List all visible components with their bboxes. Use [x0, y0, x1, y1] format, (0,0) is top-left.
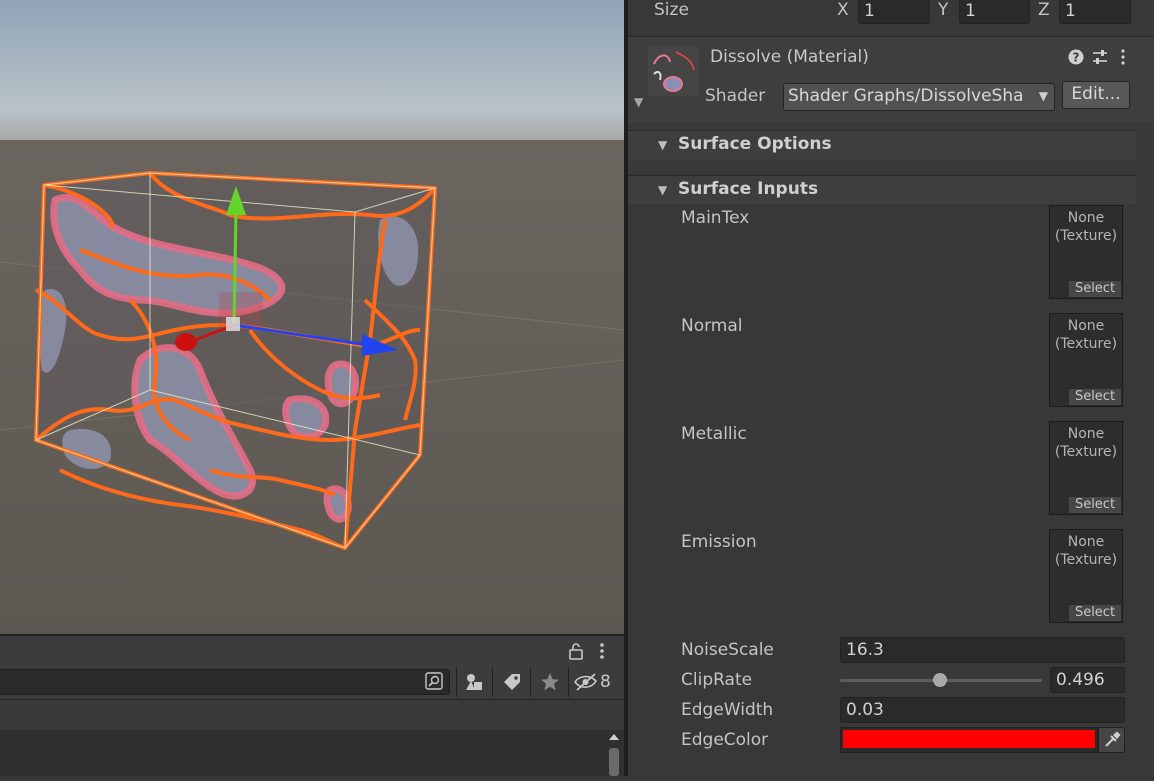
lock-icon[interactable] [568, 642, 584, 665]
panel-toolbar: 8 [0, 665, 624, 700]
hidden-eye-icon[interactable]: 8 [574, 668, 620, 696]
texture-type-text: (Texture) [1054, 444, 1118, 460]
edge-color-label: EdgeColor [681, 730, 769, 750]
label-tag-icon[interactable] [494, 668, 530, 696]
shader-dropdown[interactable]: Shader Graphs/DissolveSha ▼ [783, 83, 1055, 111]
hidden-count: 8 [600, 672, 611, 692]
maintex-label: MainTex [681, 208, 750, 228]
foldout-arrow-icon[interactable]: ▼ [658, 138, 667, 152]
shader-label: Shader [705, 86, 766, 106]
size-y-field[interactable]: 1 [959, 0, 1030, 24]
emission-label: Emission [681, 532, 757, 552]
size-x-field[interactable]: 1 [858, 0, 930, 24]
texture-select-button[interactable]: Select [1069, 389, 1121, 405]
favorites-star-icon[interactable] [532, 668, 568, 696]
sky [0, 0, 624, 145]
material-header: ▼ Dissolve (Material) ? Shader Shader Gr… [628, 36, 1154, 123]
size-label: Size [654, 0, 689, 20]
hierarchy-list [0, 700, 624, 776]
edge-color-fill [843, 730, 1095, 748]
surface-options-body [628, 159, 1136, 173]
size-x-label: X [837, 0, 849, 20]
texture-select-button[interactable]: Select [1069, 281, 1121, 297]
surface-options-title: Surface Options [678, 134, 832, 154]
foldout-arrow-icon[interactable]: ▼ [658, 183, 667, 197]
scene-canvas[interactable] [0, 0, 624, 634]
metallic-texture-slot[interactable]: None (Texture) Select [1049, 421, 1123, 515]
kebab-menu-icon[interactable] [1120, 49, 1126, 70]
normal-texture-slot[interactable]: None (Texture) Select [1049, 313, 1123, 407]
texture-select-button[interactable]: Select [1069, 605, 1121, 621]
emission-texture-slot[interactable]: None (Texture) Select [1049, 529, 1123, 623]
size-z-field[interactable]: 1 [1059, 0, 1131, 24]
texture-none-text: None [1067, 426, 1105, 442]
foldout-arrow-icon[interactable]: ▼ [634, 95, 643, 109]
maintex-texture-slot[interactable]: None (Texture) Select [1049, 205, 1123, 299]
kebab-menu-icon[interactable] [598, 642, 606, 665]
scene-search-input[interactable] [0, 669, 450, 695]
gizmo-y-axis [232, 209, 238, 326]
scene-search-icon[interactable] [425, 672, 443, 695]
material-title: Dissolve (Material) [710, 47, 869, 67]
texture-type-text: (Texture) [1054, 552, 1118, 568]
noise-scale-field[interactable]: 16.3 [840, 637, 1125, 663]
help-icon[interactable]: ? [1068, 49, 1084, 70]
clip-rate-field[interactable]: 0.496 [1050, 667, 1125, 693]
metallic-label: Metallic [681, 424, 747, 444]
slider-knob[interactable] [933, 673, 947, 687]
chevron-down-icon: ▼ [1038, 89, 1048, 103]
texture-type-text: (Texture) [1054, 336, 1118, 352]
normal-label: Normal [681, 316, 743, 336]
clip-rate-slider[interactable] [840, 668, 1042, 692]
eyedropper-button[interactable] [1098, 727, 1125, 753]
panel-tab-bar [0, 634, 624, 667]
material-preview-thumbnail[interactable] [648, 46, 698, 96]
texture-type-text: (Texture) [1054, 228, 1118, 244]
svg-text:?: ? [1073, 51, 1080, 65]
filter-type-icon[interactable] [456, 668, 492, 696]
edge-color-swatch[interactable] [840, 727, 1098, 753]
texture-none-text: None [1067, 210, 1105, 226]
hierarchy-panel: 8 [0, 634, 624, 776]
scene-view[interactable] [0, 0, 624, 634]
size-y-label: Y [938, 0, 949, 20]
texture-none-text: None [1067, 318, 1105, 334]
size-z-label: Z [1038, 0, 1050, 20]
noise-scale-label: NoiseScale [681, 640, 774, 660]
edit-shader-button[interactable]: Edit... [1062, 81, 1130, 109]
eyedropper-icon [1103, 731, 1121, 754]
texture-none-text: None [1067, 534, 1105, 550]
edge-width-field[interactable]: 0.03 [840, 697, 1125, 723]
shader-value: Shader Graphs/DissolveSha [788, 86, 1024, 106]
edge-width-label: EdgeWidth [681, 700, 774, 720]
inspector-panel: Size X 1 Y 1 Z 1 ▼ Dissolve (Material) ?… [628, 0, 1154, 776]
texture-select-button[interactable]: Select [1069, 497, 1121, 513]
gizmo-z-handle [175, 333, 197, 351]
clip-rate-label: ClipRate [681, 670, 753, 690]
scrollbar[interactable] [608, 730, 620, 776]
surface-inputs-title: Surface Inputs [678, 179, 819, 199]
edit-button-label: Edit... [1071, 84, 1121, 104]
preset-icon[interactable] [1092, 49, 1108, 70]
